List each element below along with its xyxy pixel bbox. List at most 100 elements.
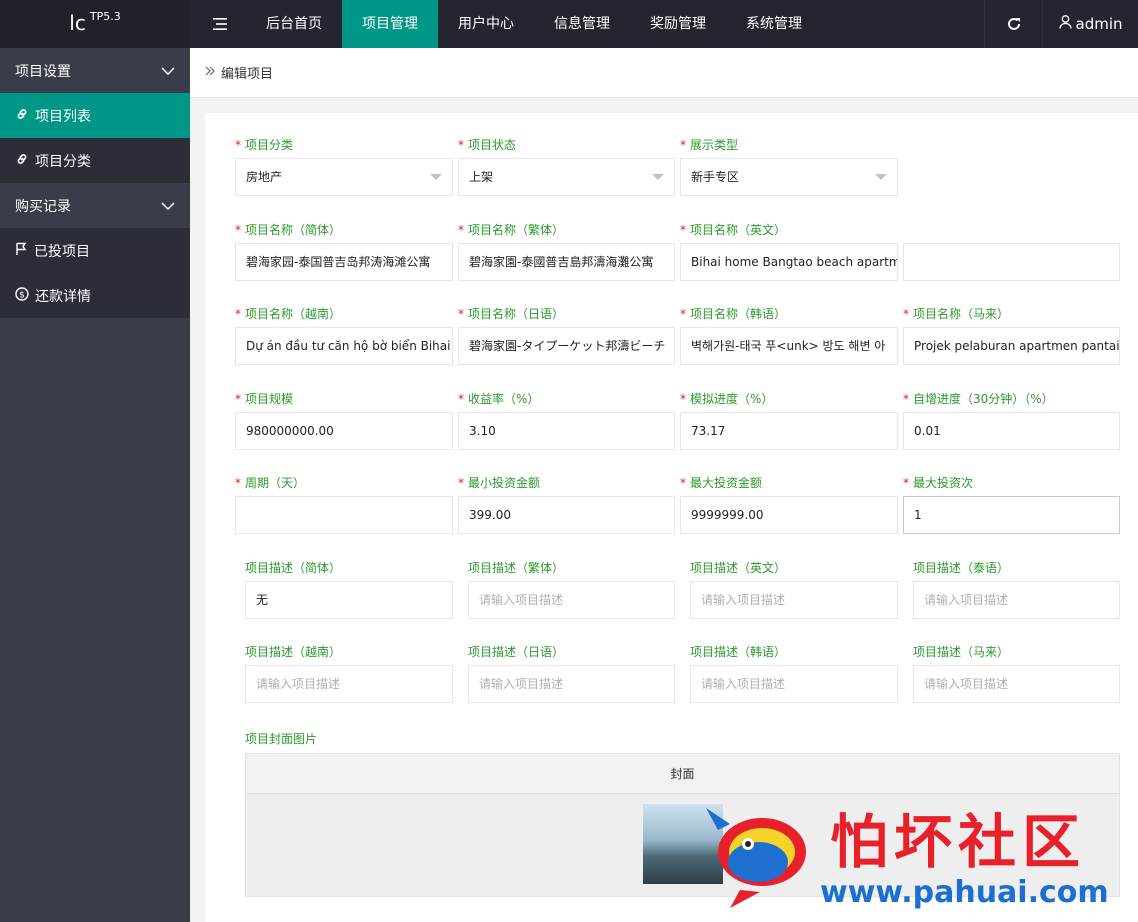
name-ko-input[interactable]: 벽해가원-태국 푸<unk> 방도 해변 아 <box>680 327 898 365</box>
caret-down-icon <box>652 174 664 180</box>
desc-en-label: 项目描述（英文） <box>690 561 787 575</box>
display-type-value: 新手专区 <box>691 170 740 184</box>
sim-progress-input[interactable]: 73.17 <box>680 412 898 450</box>
nav-project-management[interactable]: 项目管理 <box>342 0 438 48</box>
name-cn-input[interactable]: 碧海家园-泰国普吉岛邦涛海滩公寓 <box>235 243 453 281</box>
desc-cn-field: 项目描述（简体） 无 <box>245 559 453 619</box>
name-ja-input[interactable]: 碧海家園-タイプーケット邦濤ビーチ <box>458 327 675 365</box>
name-cn-field: * 项目名称（简体） 碧海家园-泰国普吉岛邦涛海滩公寓 <box>235 221 453 281</box>
desc-ko-field: 项目描述（韩语） 请输入项目描述 <box>690 643 898 703</box>
max-invest-input[interactable]: 9999999.00 <box>680 496 898 534</box>
name-th-input[interactable] <box>903 243 1120 281</box>
sidebar-item-invested[interactable]: 已投项目 <box>0 228 190 273</box>
status-value: 上架 <box>469 170 494 184</box>
desc-en-input[interactable]: 请输入项目描述 <box>690 581 898 619</box>
refresh-icon[interactable] <box>984 0 1042 48</box>
breadcrumb: 编辑项目 <box>190 48 1138 98</box>
min-invest-field: * 最小投资金额 399.00 <box>458 474 675 534</box>
top-nav: 后台首页 项目管理 用户中心 信息管理 奖励管理 系统管理 <box>246 0 822 48</box>
dollar-icon: $ <box>15 286 29 305</box>
logo[interactable]: lc TP5.3 <box>0 0 190 48</box>
scale-input[interactable]: 980000000.00 <box>235 412 453 450</box>
watermark: 怕坏社区 www.pahuai.com <box>690 795 1138 922</box>
desc-ms-field: 项目描述（马来） 请输入项目描述 <box>913 643 1120 703</box>
top-bar: lc TP5.3 后台首页 项目管理 用户中心 信息管理 奖励管理 系统管理 ad… <box>0 0 1138 48</box>
sidebar: 项目设置 项目列表 项目分类 购买记录 已投项目 $ 还款详情 <box>0 48 190 922</box>
max-count-label: 最大投资次 <box>913 476 974 490</box>
status-select[interactable]: 上架 <box>458 158 675 196</box>
period-input[interactable] <box>235 496 453 534</box>
yield-input[interactable]: 3.10 <box>458 412 675 450</box>
link-icon <box>15 152 29 170</box>
name-tw-input[interactable]: 碧海家園-泰國普吉島邦濤海灘公寓 <box>458 243 675 281</box>
status-field: * 项目状态 上架 <box>458 136 675 196</box>
sim-progress-field: * 模拟进度（%） 73.17 <box>680 390 898 450</box>
desc-tw-label: 项目描述（繁体） <box>468 561 565 575</box>
nav-user-center[interactable]: 用户中心 <box>438 0 534 48</box>
link-icon <box>15 107 29 125</box>
desc-th-input[interactable]: 请输入项目描述 <box>913 581 1120 619</box>
desc-ko-input[interactable]: 请输入项目描述 <box>690 665 898 703</box>
name-ms-label: 项目名称（马来） <box>913 307 1010 321</box>
caret-down-icon <box>430 174 442 180</box>
sidebar-group-project-settings[interactable]: 项目设置 <box>0 48 190 93</box>
sidebar-group-label: 项目设置 <box>15 63 71 80</box>
cover-label: 项目封面图片 <box>245 732 318 746</box>
name-vi-input[interactable]: Dự án đầu tư căn hộ bờ biển Bihai ở <box>235 327 453 365</box>
sidebar-item-label: 还款详情 <box>35 288 91 305</box>
category-field: * 项目分类 房地产 <box>235 136 453 196</box>
display-type-select[interactable]: 新手专区 <box>680 158 898 196</box>
category-select[interactable]: 房地产 <box>235 158 453 196</box>
name-en-label: 项目名称（英文） <box>690 223 787 237</box>
sidebar-item-label: 项目列表 <box>35 108 91 125</box>
category-label: 项目分类 <box>245 138 294 152</box>
sidebar-item-project-category[interactable]: 项目分类 <box>0 138 190 183</box>
desc-ms-input[interactable]: 请输入项目描述 <box>913 665 1120 703</box>
sidebar-group-purchase-records[interactable]: 购买记录 <box>0 183 190 228</box>
name-th-field <box>903 221 1120 281</box>
name-tw-label: 项目名称（繁体） <box>468 223 565 237</box>
nav-info-management[interactable]: 信息管理 <box>534 0 630 48</box>
status-label: 项目状态 <box>468 138 517 152</box>
user-icon <box>1058 15 1072 33</box>
max-count-input[interactable]: 1 <box>903 496 1120 534</box>
sidebar-item-project-list[interactable]: 项目列表 <box>0 93 190 138</box>
display-type-field: * 展示类型 新手专区 <box>680 136 898 196</box>
period-field: * 周期（天） <box>235 474 453 534</box>
nav-reward-management[interactable]: 奖励管理 <box>630 0 726 48</box>
desc-en-field: 项目描述（英文） 请输入项目描述 <box>690 559 898 619</box>
desc-tw-input[interactable]: 请输入项目描述 <box>468 581 675 619</box>
name-vi-label: 项目名称（越南） <box>245 307 342 321</box>
min-invest-label: 最小投资金额 <box>468 476 541 490</box>
desc-ja-field: 项目描述（日语） 请输入项目描述 <box>468 643 675 703</box>
auto-progress-input[interactable]: 0.01 <box>903 412 1120 450</box>
sidebar-item-repayment[interactable]: $ 还款详情 <box>0 273 190 318</box>
nav-home[interactable]: 后台首页 <box>246 0 342 48</box>
admin-menu[interactable]: admin <box>1042 0 1138 48</box>
name-ms-field: * 项目名称（马来） Projek pelaburan apartmen pant… <box>903 305 1120 365</box>
menu-toggle-icon[interactable] <box>205 0 235 48</box>
category-value: 房地产 <box>246 170 283 184</box>
top-right-tools: admin <box>984 0 1138 48</box>
name-en-field: * 项目名称（英文） Bihai home Bangtao beach apart… <box>680 221 898 281</box>
desc-th-field: 项目描述（泰语） 请输入项目描述 <box>913 559 1120 619</box>
name-ms-input[interactable]: Projek pelaburan apartmen pantai <box>903 327 1120 365</box>
name-cn-label: 项目名称（简体） <box>245 223 342 237</box>
min-invest-input[interactable]: 399.00 <box>458 496 675 534</box>
desc-ja-input[interactable]: 请输入项目描述 <box>468 665 675 703</box>
name-ko-label: 项目名称（韩语） <box>690 307 787 321</box>
period-label: 周期（天） <box>245 476 306 490</box>
desc-cn-label: 项目描述（简体） <box>245 561 342 575</box>
admin-name: admin <box>1075 15 1123 33</box>
desc-cn-input[interactable]: 无 <box>245 581 453 619</box>
nav-system-management[interactable]: 系统管理 <box>726 0 822 48</box>
desc-th-label: 项目描述（泰语） <box>913 561 1010 575</box>
desc-ja-label: 项目描述（日语） <box>468 645 565 659</box>
svg-text:$: $ <box>19 290 25 300</box>
breadcrumb-current: 编辑项目 <box>221 67 274 82</box>
scale-field: * 项目规模 980000000.00 <box>235 390 453 450</box>
desc-ko-label: 项目描述（韩语） <box>690 645 787 659</box>
logo-text: lc <box>69 11 86 35</box>
desc-vi-input[interactable]: 请输入项目描述 <box>245 665 453 703</box>
name-en-input[interactable]: Bihai home Bangtao beach apartment <box>680 243 898 281</box>
